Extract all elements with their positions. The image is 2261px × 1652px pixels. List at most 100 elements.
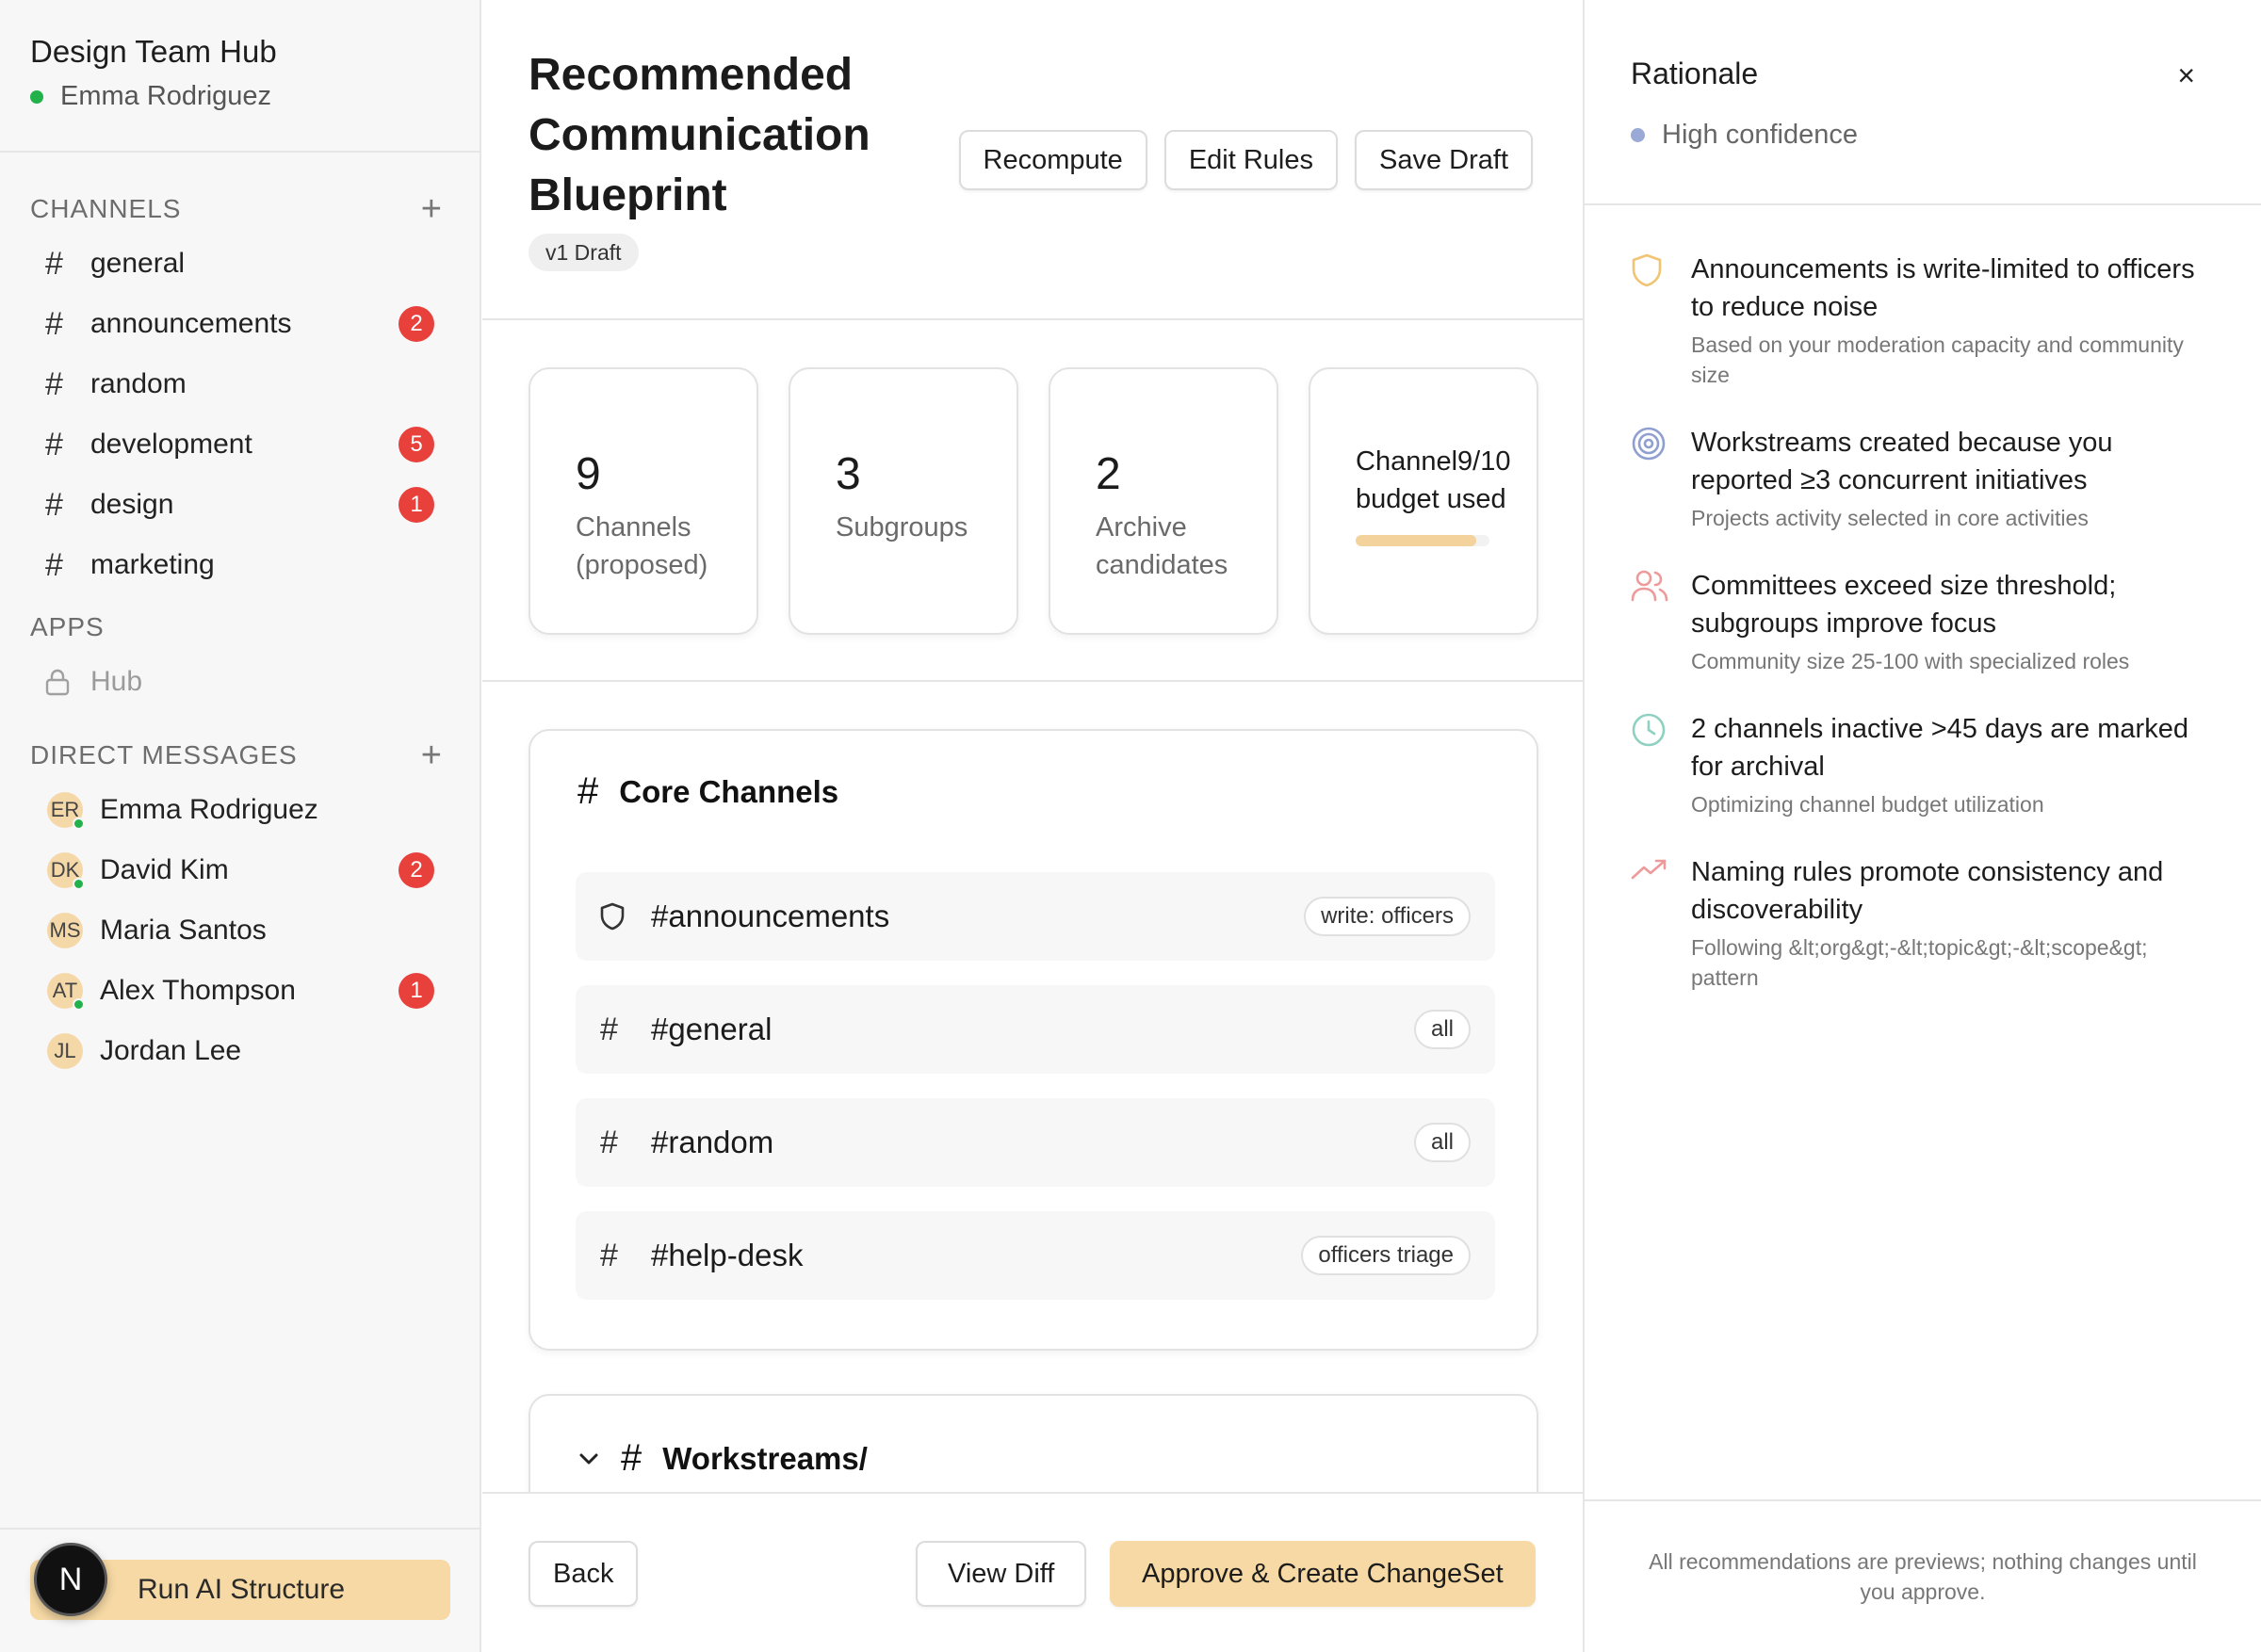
stat-label: Channels (proposed) — [576, 512, 708, 580]
online-dot — [73, 818, 85, 830]
rationale-subtext: Projects activity selected in core activ… — [1691, 506, 2089, 530]
action-footer: Back View Diff Approve & Create ChangeSe… — [482, 1492, 1583, 1652]
budget-label: Channel9/10 budget used — [1356, 446, 1511, 514]
approve-changeset-button[interactable]: Approve & Create ChangeSet — [1110, 1541, 1536, 1607]
avatar: DK — [47, 852, 85, 890]
rationale-item: Naming rules promote consistency and dis… — [1631, 853, 2215, 993]
channel-label: marketing — [90, 549, 215, 580]
sidebar-channel-announcements[interactable]: # announcements 2 — [0, 294, 480, 354]
dm-item-emma-rodriguez[interactable]: ER Emma Rodriguez — [0, 780, 480, 840]
version-chip: v1 Draft — [529, 234, 639, 271]
rationale-panel: Rationale × High confidence Announcement… — [1583, 0, 2261, 1652]
sidebar-channel-random[interactable]: # random — [0, 354, 480, 414]
sidebar-channel-marketing[interactable]: # marketing — [0, 535, 480, 595]
sidebar-channel-general[interactable]: # general — [0, 234, 480, 294]
view-diff-button[interactable]: View Diff — [916, 1541, 1087, 1607]
close-icon[interactable]: × — [2177, 58, 2195, 93]
rationale-title: Rationale — [1631, 57, 1759, 90]
edit-rules-button[interactable]: Edit Rules — [1163, 130, 1338, 190]
rationale-text: Announcements is write-limited to office… — [1691, 251, 2215, 390]
hash-icon: # — [600, 1124, 618, 1160]
trending-up-icon — [1631, 853, 1691, 993]
stat-card-archive: 2 Archive candidates — [1049, 367, 1278, 635]
dm-section-label: DIRECT MESSAGES — [30, 740, 298, 769]
page-header: Recommended Communication Blueprint v1 D… — [482, 0, 1583, 320]
rationale-text: Committees exceed size threshold; subgro… — [1691, 567, 2215, 676]
online-dot — [73, 998, 85, 1011]
avatar-initials: MS — [49, 918, 81, 942]
rationale-title: Workstreams created because you reported… — [1691, 428, 2113, 495]
permission-tag: all — [1413, 1123, 1471, 1162]
users-icon — [1631, 567, 1691, 676]
rationale-title: 2 channels inactive >45 days are marked … — [1691, 714, 2188, 782]
rationale-title: Naming rules promote consistency and dis… — [1691, 857, 2164, 925]
add-channel-plus-icon[interactable]: + — [421, 191, 442, 227]
dm-item-alex-thompson[interactable]: AT Alex Thompson 1 — [0, 961, 480, 1021]
rationale-item: Committees exceed size threshold; subgro… — [1631, 567, 2215, 676]
dm-section-header: DIRECT MESSAGES + — [0, 731, 480, 780]
budget-progress-fill — [1356, 535, 1476, 546]
rationale-header: Rationale × High confidence — [1585, 0, 2261, 205]
rationale-subtext: Based on your moderation capacity and co… — [1691, 332, 2184, 387]
stat-value: 3 — [836, 449, 861, 499]
hash-icon: # — [577, 770, 599, 812]
stat-card-subgroups: 3 Subgroups — [789, 367, 1018, 635]
hash-icon: # — [600, 1011, 618, 1047]
workstreams-card: # Workstreams/ — [529, 1394, 1538, 1492]
permission-tag: officers triage — [1301, 1236, 1471, 1275]
sidebar-footer: Run AI Structure N — [0, 1528, 480, 1652]
hash-icon: # — [45, 426, 63, 462]
back-button[interactable]: Back — [529, 1541, 639, 1607]
dm-label: David Kim — [100, 854, 229, 885]
chevron-down-icon[interactable] — [577, 1451, 600, 1466]
channel-name: #general — [651, 1012, 773, 1046]
channel-row-help-desk[interactable]: # #help-desk officers triage — [576, 1211, 1495, 1300]
channel-row-random[interactable]: # #random all — [576, 1098, 1495, 1187]
permission-tag: write: officers — [1304, 897, 1471, 936]
dm-item-jordan-lee[interactable]: JL Jordan Lee — [0, 1021, 480, 1081]
dm-item-maria-santos[interactable]: MS Maria Santos — [0, 900, 480, 961]
apps-section-header: APPS — [0, 603, 480, 652]
avatar: MS — [47, 913, 83, 948]
sidebar-channel-development[interactable]: # development 5 — [0, 414, 480, 475]
permission-tag: all — [1413, 1010, 1471, 1049]
stat-value: 9 — [576, 449, 601, 499]
sidebar-channel-design[interactable]: # design 1 — [0, 475, 480, 535]
page-title: Recommended Communication Blueprint — [529, 50, 870, 220]
dm-label: Maria Santos — [100, 915, 267, 946]
workstreams-heading[interactable]: # Workstreams/ — [577, 1437, 868, 1480]
unread-badge: 1 — [399, 487, 434, 523]
hash-icon: # — [600, 1237, 618, 1273]
sidebar-app-hub[interactable]: Hub — [0, 652, 480, 712]
clock-icon — [1631, 710, 1691, 819]
unread-badge: 1 — [399, 973, 434, 1009]
core-channels-heading: # Core Channels — [577, 770, 838, 813]
dm-item-david-kim[interactable]: DK David Kim 2 — [0, 840, 480, 900]
header-actions: Recompute Edit Rules Save Draft — [958, 130, 1533, 190]
channels-section-header: CHANNELS + — [0, 185, 480, 234]
save-draft-button[interactable]: Save Draft — [1355, 130, 1533, 190]
rationale-text: Workstreams created because you reported… — [1691, 424, 2215, 533]
channel-row-announcements[interactable]: #announcements write: officers — [576, 872, 1495, 961]
rationale-subtext: Optimizing channel budget utilization — [1691, 792, 2044, 817]
channel-row-general[interactable]: # #general all — [576, 985, 1495, 1074]
budget-progress-track — [1356, 535, 1489, 546]
hash-icon: # — [45, 245, 63, 282]
dm-label: Emma Rodriguez — [100, 794, 318, 825]
channel-name: #help-desk — [651, 1238, 804, 1272]
stats-row: 9 Channels (proposed) 3 Subgroups 2 Arch… — [482, 320, 1583, 682]
channel-label: development — [90, 429, 252, 460]
avatar: AT — [47, 973, 85, 1011]
rationale-text: Naming rules promote consistency and dis… — [1691, 853, 2215, 993]
avatar: JL — [47, 1033, 83, 1069]
workspace-header[interactable]: Design Team Hub Emma Rodriguez — [0, 0, 480, 153]
add-dm-plus-icon[interactable]: + — [421, 737, 442, 773]
lock-icon — [45, 668, 90, 696]
channel-label: random — [90, 368, 187, 399]
stat-value: 2 — [1096, 449, 1121, 499]
recompute-button[interactable]: Recompute — [958, 130, 1147, 190]
app-logo-n[interactable]: N — [34, 1543, 107, 1616]
rationale-title: Announcements is write-limited to office… — [1691, 254, 2195, 322]
rationale-footer-note: All recommendations are previews; nothin… — [1585, 1499, 2261, 1652]
sidebar: Design Team Hub Emma Rodriguez CHANNELS … — [0, 0, 481, 1652]
